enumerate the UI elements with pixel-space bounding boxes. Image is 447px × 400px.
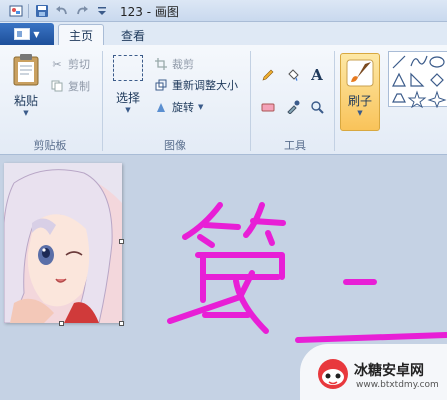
undo-icon[interactable] [54, 3, 70, 19]
magnifier-icon[interactable] [307, 97, 327, 117]
cut-label: 剪切 [68, 58, 90, 71]
shapes-gallery[interactable] [388, 51, 447, 109]
brush-icon [346, 59, 374, 87]
watermark-title: 冰糖安卓网 [354, 363, 424, 379]
select-label: 选择 [115, 91, 140, 105]
color-picker-icon[interactable] [283, 97, 303, 117]
rotate-icon [154, 100, 168, 114]
chevron-down-icon: ▼ [33, 29, 40, 39]
clipboard-icon [13, 54, 39, 86]
customize-dropdown-icon[interactable] [94, 3, 110, 19]
paste-dropdown-icon: ▼ [23, 109, 29, 117]
copy-icon [50, 79, 64, 93]
crop-button[interactable]: 裁剪 [154, 55, 194, 73]
resize-label: 重新调整大小 [172, 79, 238, 92]
resize-icon [154, 78, 168, 92]
scissors-icon: ✂ [52, 57, 62, 71]
image-group-label: 图像 [164, 139, 186, 152]
window-title: 123 - 画图 [120, 5, 179, 19]
save-icon[interactable] [34, 3, 50, 19]
tools-group-label: 工具 [284, 139, 306, 152]
select-button[interactable]: 选择 ▼ [108, 55, 148, 125]
copy-button[interactable]: 复制 [50, 77, 90, 95]
brushes-label: 刷子 [347, 94, 372, 108]
resize-button[interactable]: 重新调整大小 [154, 76, 238, 94]
paste-button[interactable]: 粘贴 ▼ [6, 53, 46, 123]
brushes-button[interactable]: 刷子 ▼ [340, 53, 380, 131]
copy-label: 复制 [68, 80, 90, 93]
clipboard-group-label: 剪贴板 [33, 139, 67, 152]
rotate-button[interactable]: 旋转 ▼ [154, 98, 203, 116]
text-icon[interactable]: A [307, 65, 327, 85]
shapes-gallery-icons [392, 55, 447, 109]
paint-app-icon[interactable] [8, 3, 24, 19]
tab-home[interactable]: 主页 [58, 24, 104, 46]
paint-menu-button[interactable]: ▼ [0, 23, 54, 45]
title-bar: 123 - 画图 [0, 0, 447, 22]
crop-label: 裁剪 [172, 58, 194, 71]
crop-icon [154, 57, 168, 71]
brushes-dropdown-icon: ▼ [357, 109, 363, 117]
redo-icon[interactable] [74, 3, 90, 19]
pencil-icon[interactable] [258, 65, 278, 85]
fill-icon[interactable] [283, 65, 303, 85]
watermark-url: www.btxtdmy.com [356, 380, 439, 390]
paste-label: 粘贴 [13, 94, 38, 108]
group-separator [250, 51, 251, 151]
selection-icon [113, 55, 143, 81]
ribbon-panel: 粘贴 ▼ ✂ 剪切 复制 剪贴板 选择 ▼ 裁剪 重新调整大小 旋转 ▼ 图像 … [0, 45, 447, 155]
group-separator [102, 51, 103, 151]
ribbon-tab-strip: ▼ 主页 查看 [0, 22, 447, 46]
rotate-dropdown-icon: ▼ [198, 103, 204, 111]
eraser-icon[interactable] [258, 97, 278, 117]
tab-view[interactable]: 查看 [110, 24, 156, 46]
rotate-label: 旋转 [172, 101, 194, 114]
group-separator [334, 51, 335, 151]
select-dropdown-icon: ▼ [125, 106, 131, 114]
watermark-logo-icon [318, 359, 348, 389]
menu-icon [14, 28, 31, 40]
cut-button[interactable]: ✂ 剪切 [50, 55, 90, 73]
quick-access-separator [28, 4, 29, 18]
